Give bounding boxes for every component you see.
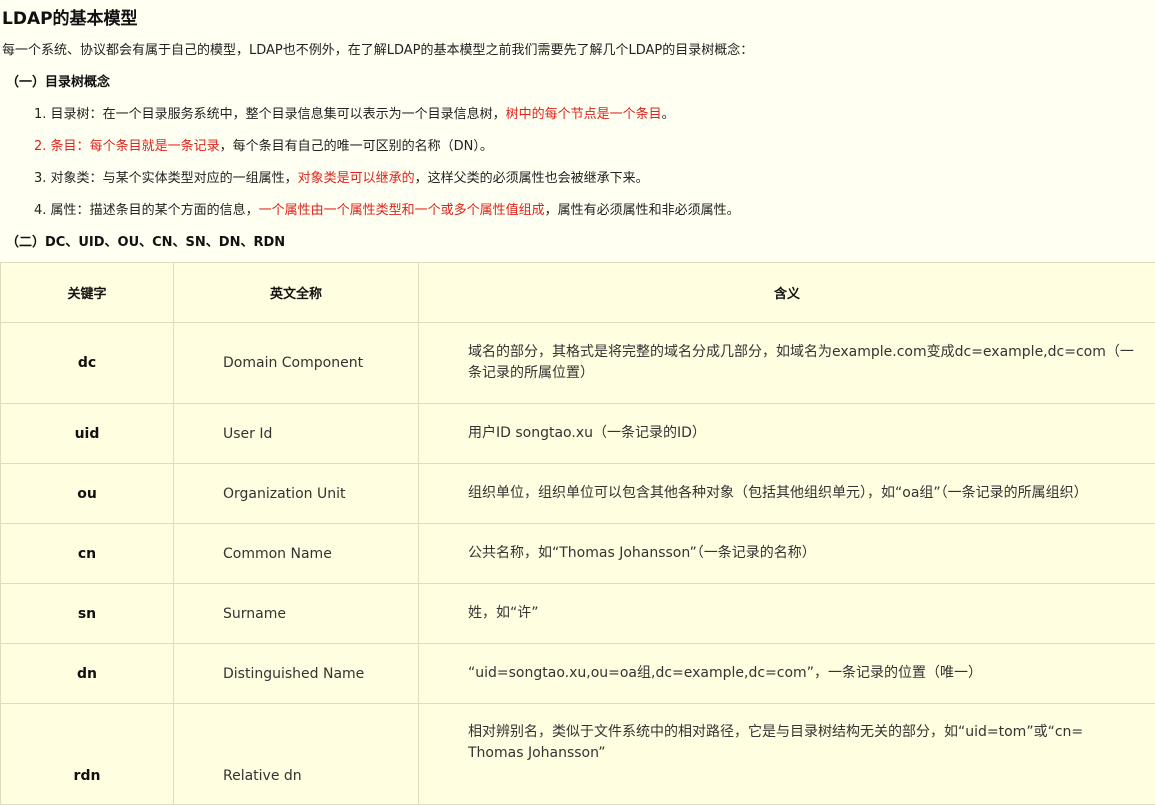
- meaning-cell: 姓，如“许”: [419, 584, 1155, 644]
- full-name-cell: Surname: [174, 584, 419, 644]
- page-title: LDAP的基本模型: [2, 4, 138, 29]
- list-item-directory-tree: 1. 目录树：在一个目录服务系统中，整个目录信息集可以表示为一个目录信息树，树中…: [34, 103, 675, 122]
- meaning-cell: 域名的部分，其格式是将完整的域名分成几部分，如域名为example.com变成d…: [419, 323, 1155, 404]
- full-name-cell: Distinguished Name: [174, 644, 419, 704]
- item-tail: ，属性有必须属性和非必须属性。: [545, 203, 740, 218]
- list-item-attribute: 4. 属性：描述条目的某个方面的信息，一个属性由一个属性类型和一个或多个属性值组…: [34, 199, 740, 218]
- table-row: ou Organization Unit 组织单位，组织单位可以包含其他各种对象…: [1, 464, 1155, 524]
- full-name-cell: User Id: [174, 404, 419, 464]
- meaning-cell: 公共名称，如“Thomas Johansson”（一条记录的名称）: [419, 524, 1155, 584]
- table-row: cn Common Name 公共名称，如“Thomas Johansson”（…: [1, 524, 1155, 584]
- list-item-object-class: 3. 对象类：与某个实体类型对应的一组属性，对象类是可以继承的，这样父类的必须属…: [34, 167, 649, 186]
- full-name-cell: Common Name: [174, 524, 419, 584]
- column-header-meaning: 含义: [419, 263, 1155, 323]
- item-highlight: 每个条目就是一条记录: [90, 139, 220, 154]
- full-name-cell: Relative dn: [174, 704, 419, 805]
- keyword-cell: rdn: [1, 704, 174, 805]
- item-label: 对象类：: [51, 171, 103, 186]
- item-text: 与某个实体类型对应的一组属性，: [103, 171, 298, 186]
- item-highlight: 一个属性由一个属性类型和一个或多个属性值组成: [259, 203, 545, 218]
- table-row: rdn Relative dn 相对辨别名，类似于文件系统中的相对路径，它是与目…: [1, 704, 1155, 805]
- item-number: 1.: [34, 107, 46, 122]
- meaning-cell: 组织单位，组织单位可以包含其他各种对象（包括其他组织单元），如“oa组”（一条记…: [419, 464, 1155, 524]
- keyword-cell: sn: [1, 584, 174, 644]
- keyword-cell: cn: [1, 524, 174, 584]
- item-label: 条目：: [51, 139, 90, 154]
- keyword-cell: dn: [1, 644, 174, 704]
- list-item-entry: 2. 条目：每个条目就是一条记录，每个条目有自己的唯一可区别的名称（DN）。: [34, 135, 493, 154]
- column-header-keyword: 关键字: [1, 263, 174, 323]
- item-tail: 。: [662, 107, 675, 122]
- keyword-table: 关键字 英文全称 含义 dc Domain Component 域名的部分，其格…: [0, 262, 1155, 805]
- item-label: 目录树：: [51, 107, 103, 122]
- item-highlight: 对象类是可以继承的: [298, 171, 415, 186]
- item-text: 在一个目录服务系统中，整个目录信息集可以表示为一个目录信息树，: [103, 107, 506, 122]
- table-row: dc Domain Component 域名的部分，其格式是将完整的域名分成几部…: [1, 323, 1155, 404]
- table-row: sn Surname 姓，如“许”: [1, 584, 1155, 644]
- item-text: 描述条目的某个方面的信息，: [90, 203, 259, 218]
- table-row: dn Distinguished Name “uid=songtao.xu,ou…: [1, 644, 1155, 704]
- item-text: ，每个条目有自己的唯一可区别的名称（DN）。: [220, 139, 493, 154]
- item-number: 2.: [34, 139, 46, 154]
- item-number: 4.: [34, 203, 46, 218]
- table-row: uid User Id 用户ID songtao.xu（一条记录的ID）: [1, 404, 1155, 464]
- item-label: 属性：: [51, 203, 90, 218]
- keyword-cell: dc: [1, 323, 174, 404]
- meaning-cell: 用户ID songtao.xu（一条记录的ID）: [419, 404, 1155, 464]
- intro-text: 每一个系统、协议都会有属于自己的模型，LDAP也不例外，在了解LDAP的基本模型…: [2, 39, 753, 58]
- item-tail: ，这样父类的必须属性也会被继承下来。: [415, 171, 649, 186]
- full-name-cell: Domain Component: [174, 323, 419, 404]
- meaning-cell: 相对辨别名，类似于文件系统中的相对路径，它是与目录树结构无关的部分，如“uid=…: [419, 704, 1155, 805]
- keyword-cell: ou: [1, 464, 174, 524]
- meaning-cell: “uid=songtao.xu,ou=oa组,dc=example,dc=com…: [419, 644, 1155, 704]
- full-name-cell: Organization Unit: [174, 464, 419, 524]
- keyword-cell: uid: [1, 404, 174, 464]
- item-highlight: 树中的每个节点是一个条目: [506, 107, 662, 122]
- section-heading-keywords: （二）DC、UID、OU、CN、SN、DN、RDN: [6, 231, 285, 250]
- table-header-row: 关键字 英文全称 含义: [1, 263, 1155, 323]
- column-header-full-name: 英文全称: [174, 263, 419, 323]
- item-number: 3.: [34, 171, 46, 186]
- section-heading-directory-tree: （一）目录树概念: [6, 71, 110, 90]
